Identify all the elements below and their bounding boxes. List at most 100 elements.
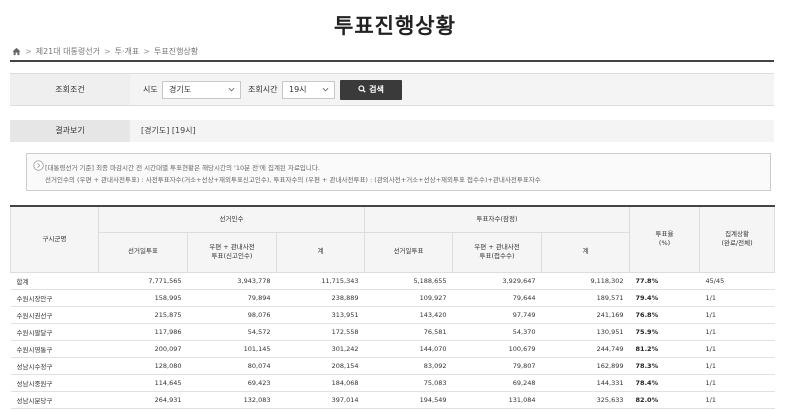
count-status-cell: 45/45 (699, 272, 775, 290)
time-select[interactable]: 19시 (282, 81, 335, 99)
voters-day-cell: 83,092 (364, 357, 453, 375)
count-status-cell: 1/1 (699, 306, 775, 324)
count-status-cell: 1/1 (699, 374, 775, 392)
electors-day-cell: 264,931 (98, 391, 188, 409)
voters-total-cell: 9,118,302 (541, 272, 630, 290)
district-cell: 성남시중원구 (10, 374, 99, 392)
count-status-cell: 1/1 (699, 323, 775, 341)
breadcrumb-separator: > (25, 47, 32, 56)
turnout-rate-cell: 76.8% (629, 306, 700, 324)
voting-status-table: 구시군명 선거인수 투표자수(잠정) 투표율 (%) 집계상황 (완료/전체) … (10, 205, 776, 409)
notice-line-1: [대통령선거 기준] 최종 마감시간 전 시간대별 투표현황은 해당시간의 '1… (45, 164, 320, 172)
voters-total-cell: 325,633 (541, 391, 630, 409)
electors-day-cell: 158,995 (98, 289, 188, 307)
header-electors-group: 선거인수 (97, 205, 366, 233)
table-row-total: 합계 7,771,565 3,943,778 11,715,343 5,188,655 3… (10, 272, 775, 290)
table-row: 성남시분당구 264,931 132,083 397,014 194,549 131,08… (10, 391, 775, 409)
breadcrumb-separator: > (103, 47, 111, 56)
turnout-rate-cell: 75.9% (629, 323, 700, 341)
electors-day-cell: 215,875 (98, 306, 188, 324)
result-label: 결과보기 (10, 120, 130, 142)
voters-day-cell: 143,420 (364, 306, 453, 324)
voters-day-cell: 144,070 (364, 340, 453, 358)
chevron-right-circle-icon (33, 160, 44, 171)
voters-mail-cell: 131,084 (452, 391, 542, 409)
page-title: 투표진행상황 (334, 14, 456, 38)
notice-line-2: 선거인수의 (우편 + 관내사전투표) : 사전투표자수(거소+선상+재외투표신… (45, 176, 541, 184)
district-cell: 수원시팔달구 (10, 323, 99, 341)
time-label: 조회시간 (248, 85, 278, 94)
header-electors-mail: 우편 + 관내사전 투표(신고인수) (187, 231, 277, 273)
voters-mail-cell: 100,679 (452, 340, 542, 358)
table-row: 수원시장안구 158,995 79,894 238,889 109,927 79,644 1… (10, 289, 775, 307)
search-conditions-label: 조회조건 (10, 74, 130, 105)
electors-mail-cell: 101,145 (187, 340, 277, 358)
voters-total-cell: 244,749 (541, 340, 630, 358)
voters-mail-cell: 79,644 (452, 289, 542, 307)
electors-total-cell: 172,558 (276, 323, 365, 341)
voters-mail-cell: 97,749 (452, 306, 542, 324)
breadcrumb-item-vote-count[interactable]: 투·개표 (115, 46, 140, 57)
title-divider (10, 60, 774, 62)
voters-day-cell: 194,549 (364, 391, 453, 409)
electors-day-cell: 117,986 (98, 323, 188, 341)
table-row: 수원시영통구 200,097 101,145 301,242 144,070 100,67… (10, 340, 775, 358)
voters-mail-cell: 54,370 (452, 323, 542, 341)
region-select-value: 경기도 (169, 85, 192, 94)
count-status-cell: 1/1 (699, 357, 775, 375)
voters-total-cell: 130,951 (541, 323, 630, 341)
voters-day-cell: 109,927 (364, 289, 453, 307)
chevron-down-icon (228, 87, 235, 92)
header-status: 집계상황 (완료/전체) (699, 205, 776, 273)
electors-day-cell: 128,080 (98, 357, 188, 375)
header-district: 구시군명 (10, 205, 99, 273)
district-cell: 수원시영통구 (10, 340, 99, 358)
district-cell: 성남시분당구 (10, 391, 99, 409)
electors-total-cell: 11,715,343 (276, 272, 365, 290)
breadcrumb-item-current[interactable]: 투표진행상황 (154, 46, 198, 57)
district-cell: 성남시수정구 (10, 357, 99, 375)
turnout-rate-cell: 78.3% (629, 357, 700, 375)
region-select[interactable]: 경기도 (162, 81, 241, 99)
header-voters-total: 계 (541, 231, 631, 273)
voters-mail-cell: 69,248 (452, 374, 542, 392)
electors-mail-cell: 79,894 (187, 289, 277, 307)
electors-day-cell: 114,645 (98, 374, 188, 392)
breadcrumb: > 제21대 대통령선거 > 투·개표 > 투표진행상황 (12, 46, 198, 57)
voters-day-cell: 76,581 (364, 323, 453, 341)
electors-total-cell: 397,014 (276, 391, 365, 409)
electors-mail-cell: 98,076 (187, 306, 277, 324)
region-label: 시도 (143, 85, 158, 94)
header-electors-total: 계 (275, 231, 366, 273)
turnout-rate-cell: 81.2% (629, 340, 700, 358)
voters-day-cell: 75,083 (364, 374, 453, 392)
turnout-rate-cell: 78.4% (629, 374, 700, 392)
header-voters-day: 선거일투표 (364, 231, 454, 273)
chevron-down-icon (322, 87, 329, 92)
breadcrumb-item-election[interactable]: 제21대 대통령선거 (36, 46, 100, 57)
electors-mail-cell: 132,083 (187, 391, 277, 409)
count-status-cell: 1/1 (699, 391, 775, 409)
voters-day-cell: 5,188,655 (364, 272, 453, 290)
table-row: 성남시수정구 128,080 80,074 208,154 83,092 79,807 16… (10, 357, 775, 375)
electors-mail-cell: 3,943,778 (187, 272, 277, 290)
count-status-cell: 1/1 (699, 340, 775, 358)
result-bar: 결과보기 [경기도] [19시] (10, 120, 774, 142)
turnout-rate-cell: 77.8% (629, 272, 700, 290)
electors-mail-cell: 54,572 (187, 323, 277, 341)
search-button[interactable]: 검색 (340, 80, 402, 100)
electors-total-cell: 313,951 (276, 306, 365, 324)
header-rate: 투표율 (%) (629, 205, 701, 273)
home-icon[interactable] (12, 47, 21, 56)
electors-day-cell: 200,097 (98, 340, 188, 358)
turnout-rate-cell: 82.0% (629, 391, 700, 409)
electors-mail-cell: 80,074 (187, 357, 277, 375)
voters-mail-cell: 79,807 (452, 357, 542, 375)
header-voters-group: 투표자수(잠정) (364, 205, 631, 233)
search-button-label: 검색 (369, 85, 384, 94)
voters-total-cell: 162,899 (541, 357, 630, 375)
result-value: [경기도] [19시] (141, 126, 196, 135)
voters-total-cell: 189,571 (541, 289, 630, 307)
table-row: 수원시팔달구 117,986 54,572 172,558 76,581 54,370 13… (10, 323, 775, 341)
electors-total-cell: 238,889 (276, 289, 365, 307)
